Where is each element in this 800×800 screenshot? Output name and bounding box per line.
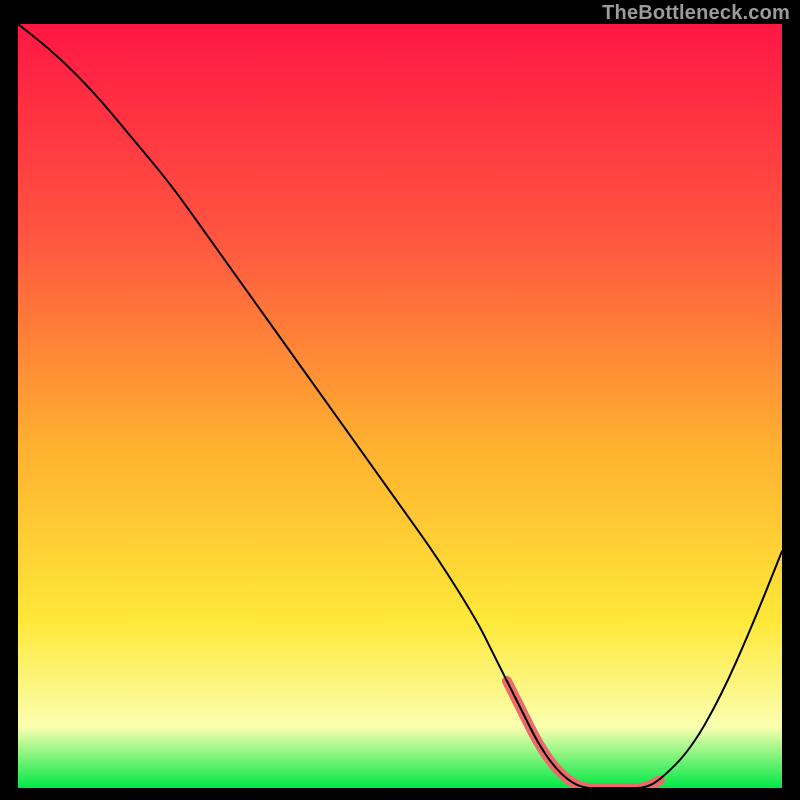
watermark-text: TheBottleneck.com — [602, 2, 790, 25]
chart-frame: TheBottleneck.com — [0, 0, 800, 800]
plot-area — [18, 24, 782, 788]
bottleneck-chart — [18, 24, 782, 788]
